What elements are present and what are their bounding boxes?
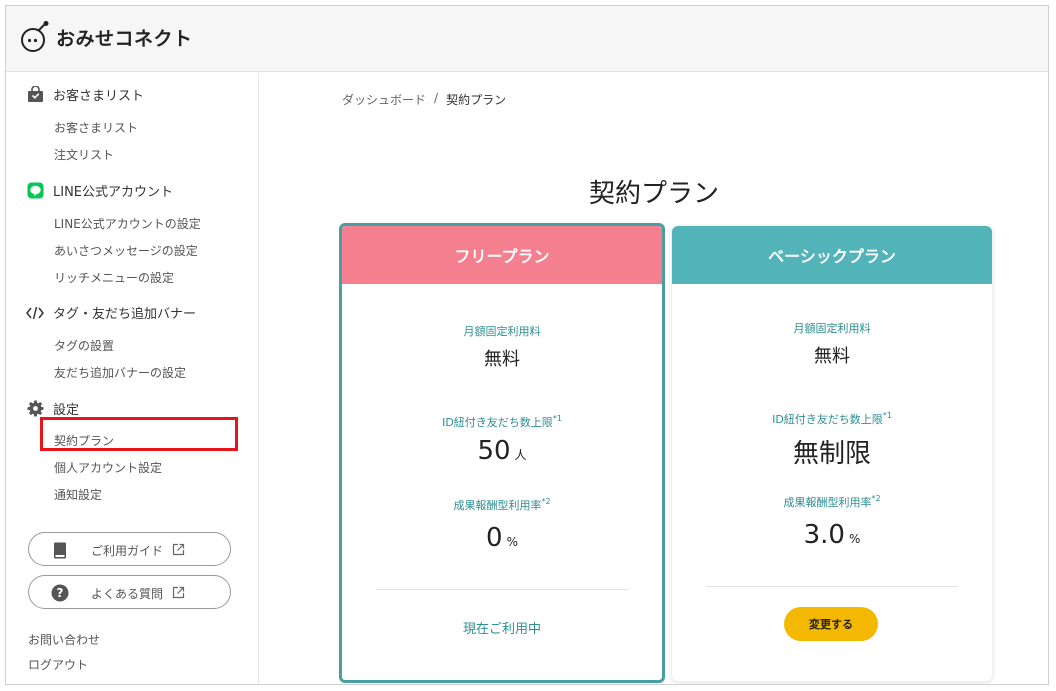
monthly-fee-label: 月額固定利用料 [463, 325, 541, 338]
plan-name: ベーシックプラン [672, 226, 992, 284]
selected-item-highlight [40, 417, 238, 451]
plan-name: フリープラン [342, 226, 662, 284]
sidebar-item-order-list[interactable]: 注文リスト [54, 146, 114, 163]
monthly-fee-value: 無料 [814, 346, 850, 367]
sidebar-item-customer-list[interactable]: お客さまリスト [54, 119, 138, 136]
card-divider [376, 589, 628, 590]
external-link-icon [172, 586, 185, 599]
reward-rate-value: 0% [486, 523, 518, 553]
sidebar-section-line[interactable]: LINE公式アカウント [26, 181, 173, 200]
breadcrumb-separator: / [434, 91, 439, 105]
friend-limit-value: 50 人 [477, 436, 527, 466]
sidebar-section-label: お客さまリスト [53, 89, 145, 104]
sidebar-item-rich-menu[interactable]: リッチメニューの設定 [54, 269, 174, 286]
gear-icon [26, 400, 44, 418]
logo-text: おみせコネクト [56, 27, 193, 50]
guide-button[interactable]: ご利用ガイド [28, 532, 231, 566]
friend-limit-value: 無制限 [792, 439, 871, 469]
sidebar-section-settings[interactable]: 設定 [26, 399, 79, 418]
question-icon: ? [51, 584, 69, 602]
monthly-fee-label: 月額固定利用料 [793, 322, 871, 335]
plan-card-basic: ベーシックプラン 月額固定利用料 無料 ID紐付き友だち数上限*1 無制限 成果… [672, 226, 992, 681]
logout-link[interactable]: ログアウト [28, 656, 88, 673]
sidebar-item-friend-banner[interactable]: 友だち追加バナーの設定 [54, 364, 186, 381]
sidebar-section-label: LINE公式アカウント [53, 185, 174, 200]
sidebar: お客さまリスト お客さまリスト 注文リスト LINE公式アカウント LINE公式… [6, 73, 259, 684]
contact-link[interactable]: お問い合わせ [28, 631, 100, 648]
friend-limit-label: ID紐付き友だち数上限*1 [442, 414, 562, 429]
card-divider [706, 586, 958, 587]
logo-icon [21, 21, 49, 52]
faq-button-label: よくある質問 [91, 587, 164, 601]
main-content: ダッシュボード / 契約プラン 契約プラン フリープラン 月額固定利用料 無料 … [260, 73, 1048, 684]
change-plan-button[interactable]: 変更する [784, 607, 878, 641]
shopping-bag-icon [26, 86, 44, 104]
breadcrumb-dashboard[interactable]: ダッシュボード [342, 91, 426, 108]
faq-button[interactable]: ? よくある質問 [28, 575, 231, 609]
sidebar-item-notification[interactable]: 通知設定 [54, 486, 102, 503]
sidebar-item-line-settings[interactable]: LINE公式アカウントの設定 [54, 215, 201, 232]
svg-text:?: ? [57, 586, 64, 600]
page-title: 契約プラン [588, 179, 719, 209]
top-bar: おみせコネクト [6, 6, 1048, 72]
friend-limit-label: ID紐付き友だち数上限*1 [772, 411, 892, 426]
breadcrumb-current: 契約プラン [446, 93, 507, 107]
sidebar-section-tag[interactable]: タグ・友だち追加バナー [26, 303, 196, 322]
guide-button-label: ご利用ガイド [91, 544, 164, 558]
app-window: おみせコネクト お客さまリスト お客さまリスト 注文リスト LINE公式アカウン… [5, 5, 1049, 685]
plan-card-free: フリープラン 月額固定利用料 無料 ID紐付き友だち数上限*1 50 人 成果報酬… [339, 223, 665, 683]
reward-rate-value: 3.0% [803, 520, 861, 550]
sidebar-section-label: タグ・友だち追加バナー [53, 307, 197, 322]
sidebar-item-greeting-message[interactable]: あいさつメッセージの設定 [54, 242, 198, 259]
logo[interactable]: おみせコネクト [20, 20, 193, 54]
breadcrumb: ダッシュボード / 契約プラン [342, 91, 506, 108]
sidebar-item-personal-account[interactable]: 個人アカウント設定 [54, 459, 162, 476]
current-plan-status: 現在ご利用中 [462, 622, 541, 637]
external-link-icon [172, 543, 185, 556]
line-icon [26, 182, 44, 200]
monthly-fee-value: 無料 [484, 349, 520, 370]
sidebar-item-tag-setup[interactable]: タグの設置 [54, 337, 114, 354]
sidebar-section-label: 設定 [53, 403, 80, 418]
book-icon [51, 541, 69, 559]
sidebar-section-customer[interactable]: お客さまリスト [26, 85, 144, 104]
code-icon [26, 304, 44, 322]
reward-rate-label: 成果報酬型利用率*2 [453, 497, 551, 512]
reward-rate-label: 成果報酬型利用率*2 [783, 494, 881, 509]
